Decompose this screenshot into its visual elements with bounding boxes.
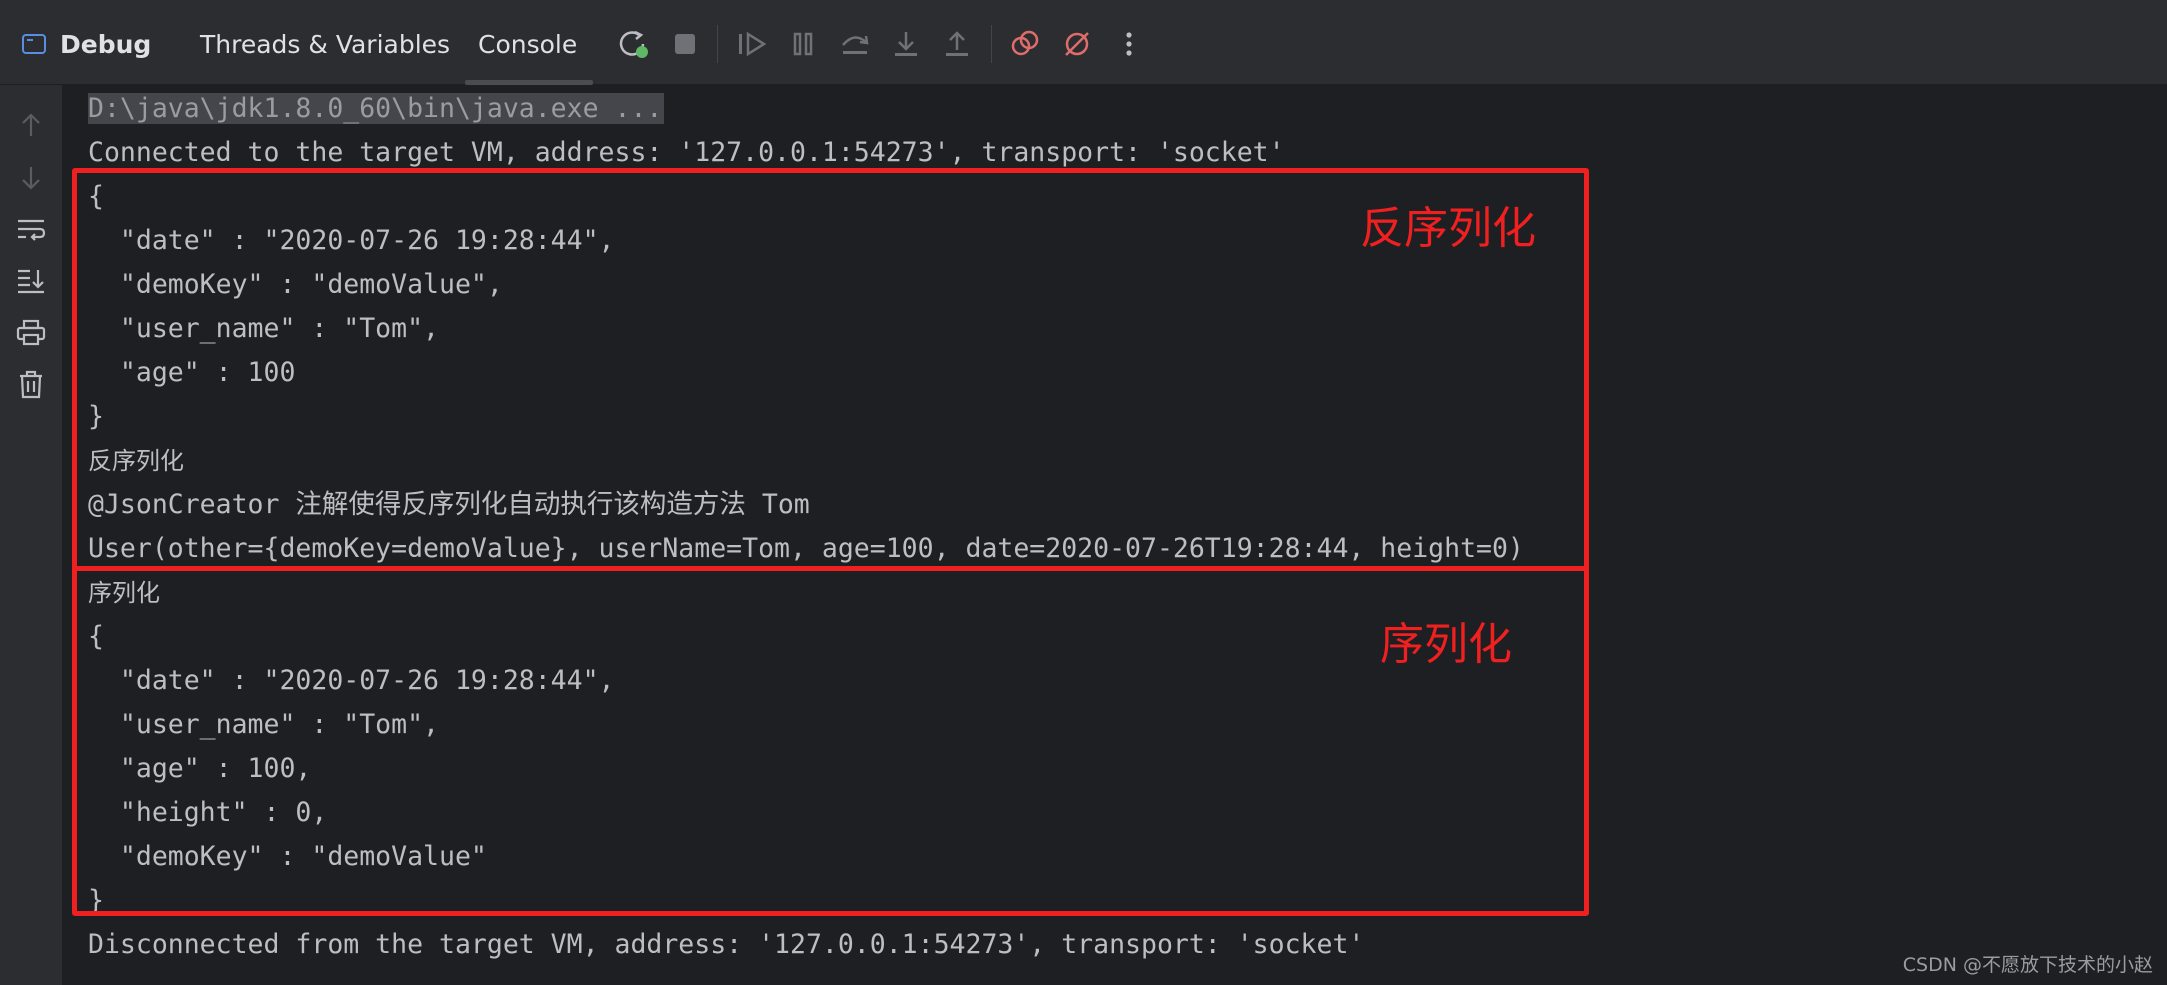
toolbar-separator xyxy=(717,25,718,63)
view-breakpoints-icon[interactable] xyxy=(1006,25,1044,63)
clear-all-icon[interactable] xyxy=(13,367,49,403)
print-icon[interactable] xyxy=(13,315,49,351)
more-options-icon[interactable] xyxy=(1110,25,1148,63)
step-into-icon[interactable] xyxy=(887,25,925,63)
toolbar-separator xyxy=(991,25,992,63)
step-over-icon[interactable] xyxy=(836,25,874,63)
serialize-highlight-box xyxy=(72,566,1589,916)
scroll-up-icon[interactable] xyxy=(13,107,49,143)
debug-title-label: Debug xyxy=(60,29,152,59)
scroll-to-end-icon[interactable] xyxy=(13,263,49,299)
step-out-icon[interactable] xyxy=(938,25,976,63)
watermark: CSDN @不愿放下技术的小赵 xyxy=(1902,954,2153,976)
debug-tool-window-title[interactable]: Debug xyxy=(22,3,151,85)
tab-console[interactable]: Console xyxy=(478,3,577,85)
rerun-icon[interactable] xyxy=(615,25,653,63)
console-side-toolbar xyxy=(0,85,62,985)
debug-toolbar: Debug Threads & Variables Console xyxy=(0,3,2167,85)
tab-console-selected-indicator xyxy=(465,80,593,85)
console-line: Disconnected from the target VM, address… xyxy=(88,929,1365,960)
serialize-annotation-label: 序列化 xyxy=(1380,619,1512,670)
deserialize-annotation-label: 反序列化 xyxy=(1360,203,1536,254)
stop-icon[interactable] xyxy=(666,25,704,63)
debug-window-icon xyxy=(22,34,46,54)
mute-breakpoints-icon[interactable] xyxy=(1058,25,1096,63)
soft-wrap-icon[interactable] xyxy=(13,212,49,248)
resume-icon[interactable] xyxy=(733,25,771,63)
tab-label: Threads & Variables xyxy=(200,29,451,59)
tab-label: Console xyxy=(478,29,578,59)
pause-icon[interactable] xyxy=(784,25,822,63)
console-line: D:\java\jdk1.8.0_60\bin\java.exe ... xyxy=(88,87,665,131)
tab-threads-variables[interactable]: Threads & Variables xyxy=(200,3,450,85)
scroll-down-icon[interactable] xyxy=(13,160,49,196)
command-line-text[interactable]: D:\java\jdk1.8.0_60\bin\java.exe ... xyxy=(88,93,665,124)
